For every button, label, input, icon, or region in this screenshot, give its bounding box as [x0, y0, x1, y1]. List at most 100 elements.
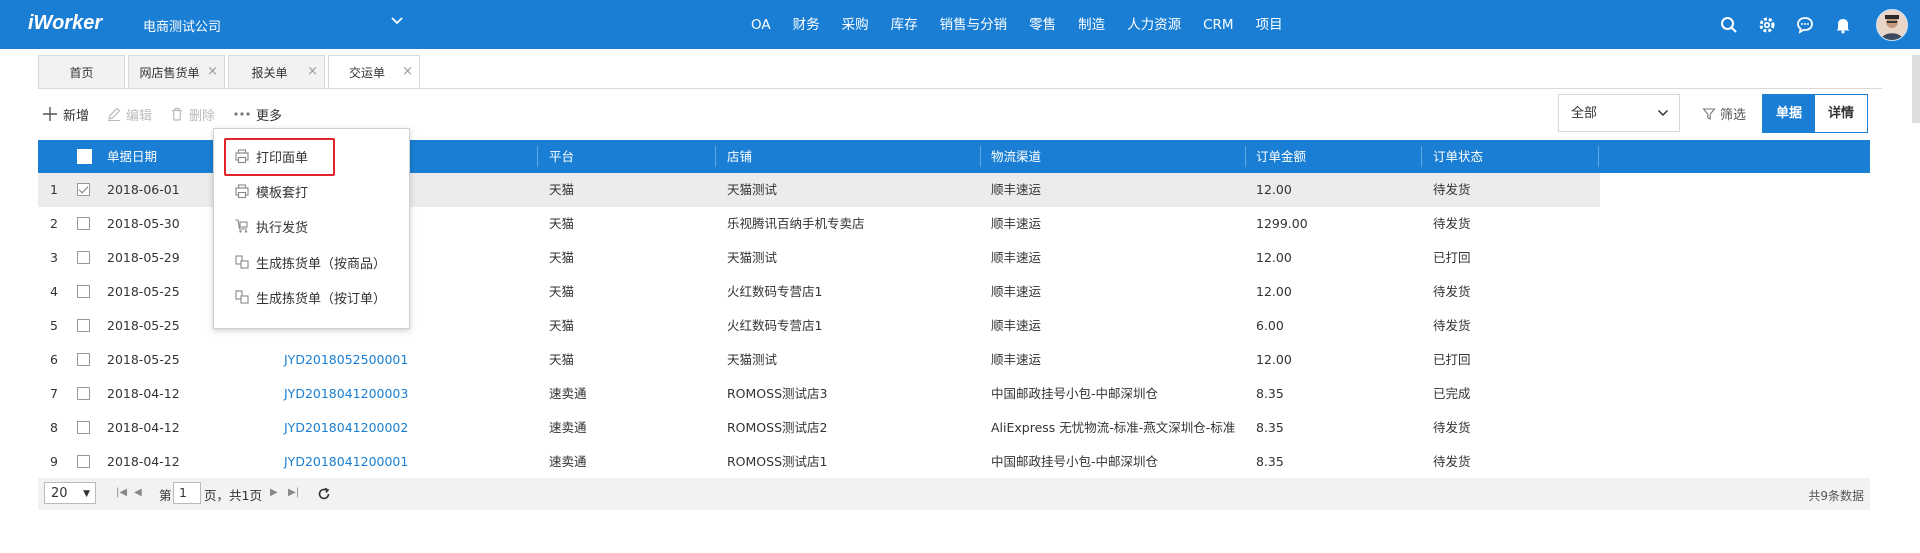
pencil-icon: [107, 107, 121, 121]
menu-item-picklist-by-product[interactable]: 生成拣货单（按商品）: [234, 252, 386, 272]
column-header-date[interactable]: 单据日期: [107, 140, 157, 173]
edit-button[interactable]: 编辑: [107, 105, 152, 124]
close-icon[interactable]: ×: [207, 64, 218, 79]
column-header-shop[interactable]: 店铺: [727, 140, 752, 173]
row-checkbox[interactable]: [77, 183, 90, 196]
delete-button[interactable]: 删除: [170, 105, 215, 124]
nav-item-finance[interactable]: 财务: [782, 0, 831, 49]
row-checkbox[interactable]: [77, 353, 90, 366]
nav-item-inventory[interactable]: 库存: [880, 0, 929, 49]
caret-down-icon: ▼: [83, 489, 90, 499]
last-page-icon[interactable]: ▶|: [288, 487, 299, 498]
row-checkbox[interactable]: [77, 285, 90, 298]
scrollbar[interactable]: [1912, 55, 1920, 123]
trash-icon: [170, 107, 184, 121]
column-divider[interactable]: [537, 146, 538, 167]
gear-icon[interactable]: [1757, 15, 1777, 35]
company-name[interactable]: 电商测试公司: [143, 16, 221, 35]
user-avatar[interactable]: [1876, 8, 1908, 41]
menu-item-execute-shipping[interactable]: 执行发货: [234, 216, 308, 236]
filter-label: 筛选: [1720, 108, 1747, 123]
tab-customs[interactable]: 报关单 ×: [228, 55, 325, 88]
table-row[interactable]: 6 2018-05-25 JYD2018052500001 天猫 天猫测试 顺丰…: [38, 343, 1600, 377]
view-detail-button[interactable]: 详情: [1815, 95, 1867, 132]
cell-status: 待发货: [1433, 318, 1471, 333]
nav-item-crm[interactable]: CRM: [1192, 0, 1244, 49]
refresh-icon[interactable]: [317, 487, 331, 501]
cell-date: 2018-04-12: [107, 454, 180, 469]
app-logo[interactable]: iWorker: [28, 12, 102, 35]
nav-item-oa[interactable]: OA: [740, 0, 782, 49]
nav-item-project[interactable]: 项目: [1245, 0, 1294, 49]
column-divider[interactable]: [1421, 146, 1422, 167]
nav-item-hr[interactable]: 人力资源: [1116, 0, 1192, 49]
view-list-button[interactable]: 单据: [1763, 95, 1815, 132]
table-row[interactable]: 7 2018-04-12 JYD2018041200003 速卖通 ROMOSS…: [38, 377, 1600, 411]
more-label: 更多: [256, 108, 283, 124]
nav-item-sales[interactable]: 销售与分销: [929, 0, 1019, 49]
document-number-link[interactable]: JYD2018041200002: [284, 411, 408, 445]
tab-home[interactable]: 首页: [38, 55, 125, 88]
search-icon[interactable]: [1719, 15, 1739, 35]
column-divider[interactable]: [1598, 146, 1599, 167]
tab-label: 首页: [69, 65, 94, 80]
cell-shop: ROMOSS测试店3: [727, 386, 828, 401]
tab-shop-sales[interactable]: 网店售货单 ×: [128, 55, 225, 88]
header-actions: [1710, 0, 1908, 49]
scope-select[interactable]: 全部: [1558, 94, 1680, 132]
menu-item-template-print[interactable]: 模板套打: [234, 181, 308, 201]
cell-platform: 速卖通: [549, 420, 587, 435]
row-checkbox[interactable]: [77, 455, 90, 468]
main-nav: OA 财务 采购 库存 销售与分销 零售 制造 人力资源 CRM 项目: [740, 0, 1294, 49]
row-number: 2: [50, 216, 58, 231]
more-dots-icon: [233, 111, 251, 117]
document-number-link[interactable]: JYD2018041200003: [284, 377, 408, 411]
cell-channel: 中国邮政挂号小包-中邮深圳仓: [991, 386, 1159, 401]
nav-item-purchase[interactable]: 采购: [831, 0, 880, 49]
table-row[interactable]: 9 2018-04-12 JYD2018041200001 速卖通 ROMOSS…: [38, 445, 1600, 479]
row-checkbox[interactable]: [77, 421, 90, 434]
table-row[interactable]: 8 2018-04-12 JYD2018041200002 速卖通 ROMOSS…: [38, 411, 1600, 445]
filter-button[interactable]: 筛选: [1702, 104, 1746, 123]
menu-item-picklist-by-order[interactable]: 生成拣货单（按订单）: [234, 287, 386, 307]
bell-icon[interactable]: [1833, 15, 1853, 35]
next-page-icon[interactable]: ▶: [270, 487, 278, 498]
cell-status: 待发货: [1433, 182, 1471, 197]
nav-item-manufacturing[interactable]: 制造: [1067, 0, 1116, 49]
row-checkbox[interactable]: [77, 251, 90, 264]
column-divider[interactable]: [1245, 146, 1246, 167]
column-header-amount[interactable]: 订单金额: [1256, 140, 1306, 173]
page-size-select[interactable]: 20 ▼: [44, 482, 96, 504]
more-button[interactable]: 更多: [233, 105, 282, 124]
cell-platform: 天猫: [549, 216, 575, 231]
document-number-link[interactable]: JYD2018052500001: [284, 343, 408, 377]
column-header-platform[interactable]: 平台: [549, 140, 574, 173]
column-divider[interactable]: [980, 146, 981, 167]
tab-shipment[interactable]: 交运单 ×: [328, 55, 420, 89]
cell-channel: 顺丰速运: [991, 182, 1042, 197]
menu-item-label: 打印面单: [256, 150, 309, 166]
menu-item-print-label[interactable]: 打印面单: [234, 146, 308, 166]
cell-status: 待发货: [1433, 216, 1471, 231]
prev-page-icon[interactable]: ◀: [134, 487, 142, 498]
cell-status: 待发货: [1433, 454, 1471, 469]
row-checkbox[interactable]: [77, 387, 90, 400]
chevron-down-icon[interactable]: [390, 14, 404, 28]
column-divider[interactable]: [715, 146, 716, 167]
add-button[interactable]: 新增: [42, 105, 89, 124]
select-all-checkbox[interactable]: [77, 149, 92, 164]
close-icon[interactable]: ×: [402, 64, 413, 79]
cell-date: 2018-05-25: [107, 318, 180, 333]
column-header-channel[interactable]: 物流渠道: [991, 140, 1041, 173]
row-checkbox[interactable]: [77, 319, 90, 332]
cell-platform: 天猫: [549, 250, 575, 265]
first-page-icon[interactable]: |◀: [116, 487, 127, 498]
page-number-input[interactable]: 1: [173, 482, 201, 504]
chat-icon[interactable]: [1795, 15, 1815, 35]
nav-item-retail[interactable]: 零售: [1018, 0, 1067, 49]
row-checkbox[interactable]: [77, 217, 90, 230]
document-number-link[interactable]: JYD2018041200001: [284, 445, 408, 479]
close-icon[interactable]: ×: [307, 64, 318, 79]
column-header-status[interactable]: 订单状态: [1433, 140, 1483, 173]
tab-divider: [38, 88, 1882, 89]
